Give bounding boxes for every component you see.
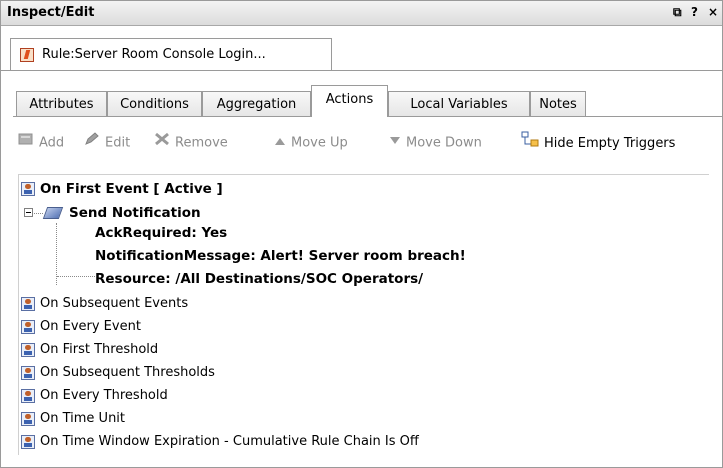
tree-item-label: On Subsequent Events (40, 296, 189, 311)
panel-title: Inspect/Edit (7, 5, 95, 20)
tree-item-label: On Time Window Expiration - Cumulative R… (40, 434, 419, 449)
tree-item-notification-message[interactable]: NotificationMessage: Alert! Server room … (95, 246, 466, 266)
trigger-icon (21, 365, 35, 380)
tree-item-every-threshold[interactable]: On Every Threshold (21, 386, 168, 406)
remove-label: Remove (175, 135, 228, 151)
edit-button[interactable]: Edit (84, 131, 130, 155)
trigger-icon (21, 319, 35, 334)
tree-item-label: On Subsequent Thresholds (40, 365, 215, 380)
rule-document-tab[interactable]: Rule:Server Room Console Login... (10, 38, 332, 70)
trigger-icon (21, 342, 35, 357)
add-label: Add (39, 135, 65, 151)
tree-item-subsequent-thresholds[interactable]: On Subsequent Thresholds (21, 363, 215, 383)
trigger-icon (21, 411, 35, 426)
float-icon[interactable]: ⧉ (673, 5, 682, 20)
tree-item-resource[interactable]: Resource: /All Destinations/SOC Operator… (95, 269, 423, 289)
arrow-up-icon (274, 131, 286, 155)
edit-label: Edit (105, 135, 131, 151)
trigger-icon (21, 182, 35, 196)
tab-notes[interactable]: Notes (530, 91, 586, 116)
tree-item-label: Send Notification (69, 205, 201, 221)
tree-item-label: NotificationMessage: Alert! Server room … (95, 248, 466, 264)
panel-titlebar: Inspect/Edit ⧉ ? × (1, 1, 722, 26)
collapse-icon[interactable] (24, 208, 33, 217)
tree-item-label: On Every Event (40, 319, 141, 334)
move-down-label: Move Down (406, 135, 482, 151)
tree-item-label: On Every Threshold (40, 388, 168, 403)
tree-item-time-window-expiration[interactable]: On Time Window Expiration - Cumulative R… (21, 432, 419, 452)
tree-item-first-event[interactable]: On First Event [ Active ] (21, 179, 223, 199)
tree-item-every-event[interactable]: On Every Event (21, 317, 141, 337)
inspect-edit-panel: Inspect/Edit ⧉ ? × Rule:Server Room Cons… (0, 0, 723, 468)
arrow-down-icon (389, 131, 401, 155)
tab-aggregation[interactable]: Aggregation (202, 91, 311, 116)
divider (1, 70, 722, 71)
move-down-button[interactable]: Move Down (389, 131, 482, 155)
trigger-icon (21, 388, 35, 403)
hide-empty-triggers-label: Hide Empty Triggers (544, 136, 676, 151)
tree-connector (34, 213, 43, 215)
remove-button[interactable]: Remove (154, 131, 228, 155)
move-up-label: Move Up (291, 135, 348, 151)
tree-item-subsequent-events[interactable]: On Subsequent Events (21, 294, 188, 314)
trigger-tree: On First Event [ Active ] Send Notificat… (18, 174, 709, 455)
pencil-icon (84, 131, 100, 155)
rule-document-label: Rule:Server Room Console Login... (42, 47, 266, 62)
tab-attributes[interactable]: Attributes (16, 91, 107, 116)
add-button[interactable]: Add (18, 131, 64, 155)
trigger-icon (21, 296, 35, 311)
tree-item-label: AckRequired: Yes (95, 225, 228, 241)
rule-icon (20, 48, 34, 62)
tree-connector (57, 276, 95, 278)
add-icon (18, 131, 34, 155)
tab-actions[interactable]: Actions (311, 85, 388, 117)
tree-item-label: Resource: /All Destinations/SOC Operator… (95, 271, 424, 287)
tab-conditions[interactable]: Conditions (107, 91, 202, 116)
tree-item-ack-required[interactable]: AckRequired: Yes (95, 223, 227, 243)
notification-icon (42, 207, 64, 219)
close-icon[interactable]: × (708, 5, 718, 19)
tree-item-label: On Time Unit (40, 411, 126, 426)
hide-triggers-icon (521, 131, 539, 156)
move-up-button[interactable]: Move Up (274, 131, 348, 155)
tree-item-first-threshold[interactable]: On First Threshold (21, 340, 158, 360)
tree-item-time-unit[interactable]: On Time Unit (21, 409, 125, 429)
hide-empty-triggers-button[interactable]: Hide Empty Triggers (521, 131, 675, 155)
remove-icon (154, 131, 170, 155)
tree-item-label: On First Threshold (40, 342, 159, 357)
trigger-icon (21, 434, 35, 449)
tab-local-variables[interactable]: Local Variables (388, 91, 530, 116)
help-icon[interactable]: ? (691, 5, 698, 19)
tree-item-label: On First Event [ Active ] (40, 181, 223, 197)
tree-item-send-notification[interactable]: Send Notification (42, 203, 201, 223)
